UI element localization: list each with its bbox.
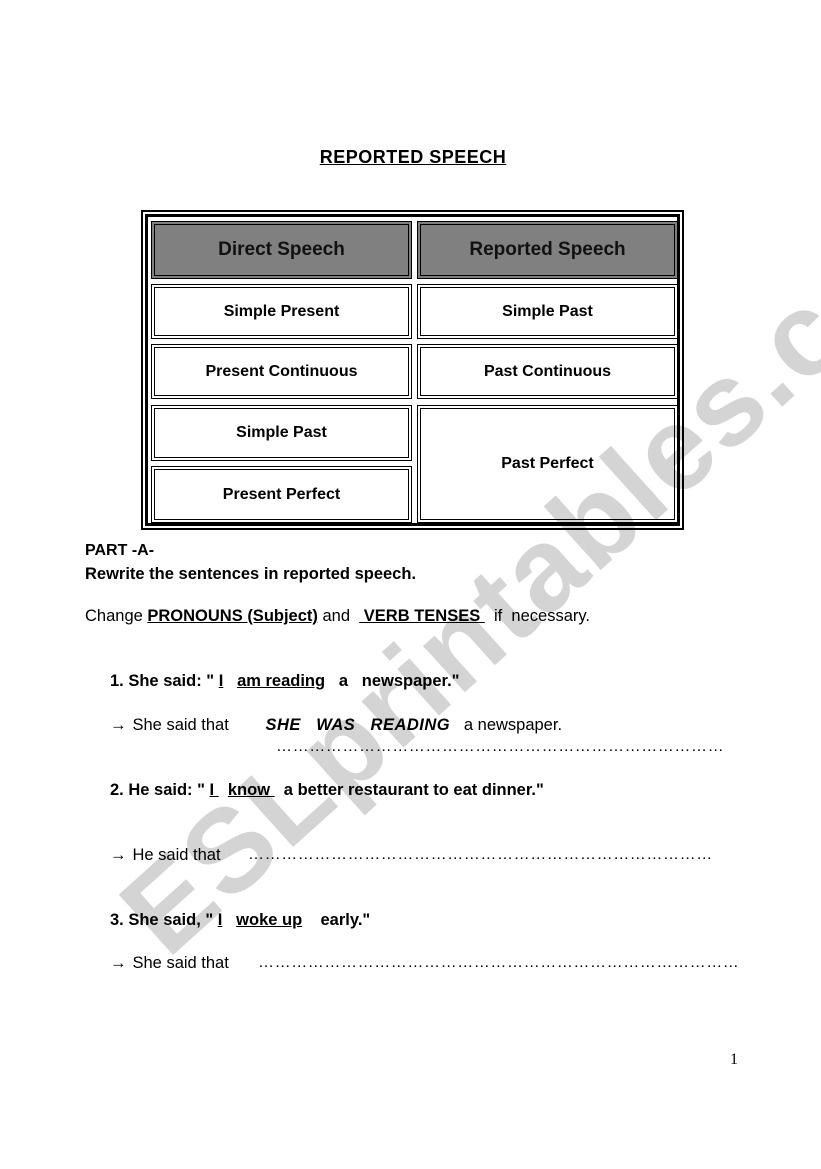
page-number: 1 — [730, 1051, 738, 1068]
page-title: REPORTED SPEECH — [319, 147, 507, 167]
tenses-keyword: VERB TENSES — [359, 607, 485, 625]
question-3: 3. She said, " I woke up early." — [110, 911, 371, 929]
arrow-icon: → — [110, 954, 127, 972]
header-reported-speech: Reported Speech — [417, 221, 678, 279]
question-1: 1. She said: " I am reading a newspaper.… — [110, 672, 460, 690]
arrow-icon: → — [110, 716, 127, 734]
answer-line-3[interactable]: …………………………………………………………………………… — [258, 954, 739, 972]
reported-cell: Past Continuous — [417, 344, 678, 399]
header-direct-speech: Direct Speech — [151, 221, 412, 279]
answer-line-2[interactable]: ………………………………………………………………………… — [248, 846, 713, 864]
arrow-icon: → — [110, 846, 127, 864]
tense-table: Direct Speech Reported Speech Simple Pre… — [141, 210, 684, 530]
answer-2: → He said that — [110, 846, 221, 864]
answer-1: → She said that SHE WAS READING a newspap… — [110, 716, 563, 734]
verb-underlined: am reading — [237, 672, 326, 690]
answer-filled: SHE WAS READING — [265, 716, 451, 734]
direct-cell: Present Continuous — [151, 344, 412, 399]
question-2: 2. He said: " I know a better restaurant… — [110, 781, 544, 799]
part-label: PART -A- — [85, 542, 155, 559]
answer-line-1[interactable]: ……………………………………………………………………… — [276, 738, 724, 756]
reported-cell: Simple Past — [417, 284, 678, 339]
direct-cell: Present Perfect — [151, 466, 412, 523]
instruction: Rewrite the sentences in reported speech… — [85, 565, 417, 583]
verb-underlined: woke up — [236, 911, 303, 929]
direct-cell: Simple Past — [151, 405, 412, 461]
verb-underlined: know — [227, 781, 275, 799]
pronouns-keyword: PRONOUNS (Subject) — [147, 607, 318, 625]
answer-3: → She said that — [110, 954, 229, 972]
direct-cell: Simple Present — [151, 284, 412, 339]
subject-underlined: I — [209, 781, 219, 799]
change-instruction: Change PRONOUNS (Subject) and VERB TENSE… — [85, 607, 590, 625]
reported-cell-merged: Past Perfect — [417, 405, 678, 523]
